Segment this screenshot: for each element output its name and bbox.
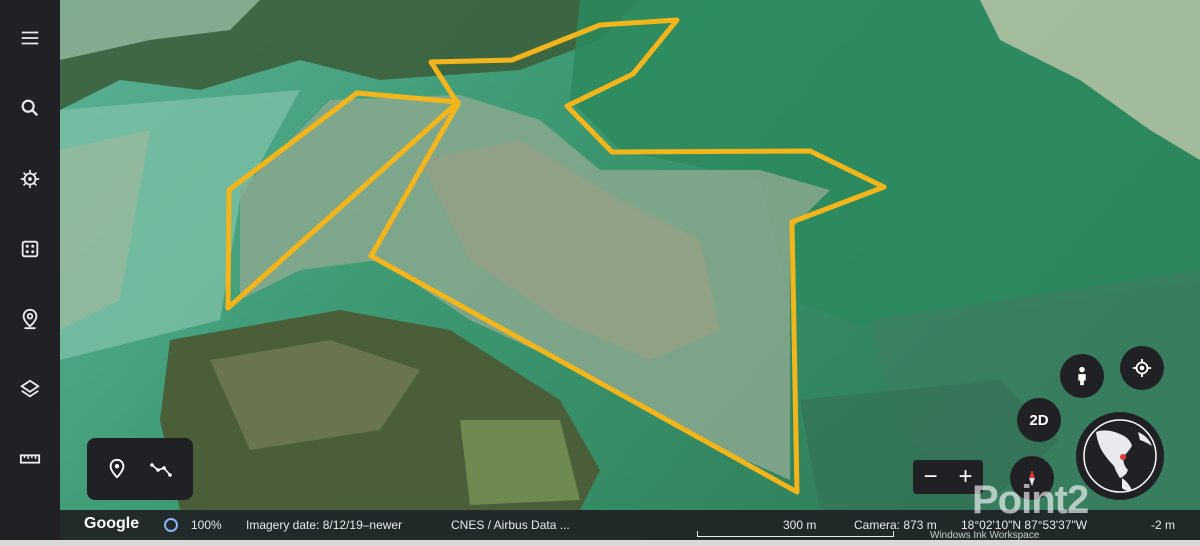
map-style-button[interactable] [10,369,50,409]
data-attribution[interactable]: CNES / Airbus Data ... [451,518,570,532]
add-placemark-button[interactable] [101,453,133,485]
mini-globe-icon [1083,419,1157,493]
placemark-icon [109,458,125,479]
street-view-button[interactable] [1060,354,1104,398]
voyager-wheel-icon [20,169,40,189]
point2-watermark: Point2 [972,478,1089,522]
view-mode-button[interactable]: 2D [1017,398,1061,442]
my-location-icon [1132,358,1152,378]
camera-altitude: Camera: 873 m [854,518,937,532]
menu-icon [21,31,39,45]
menu-button[interactable] [10,18,50,58]
bottom-strip [0,540,1200,546]
view-mode-label: 2D [1029,411,1049,429]
draw-path-icon [150,463,172,477]
search-button[interactable] [10,88,50,128]
scale-label: 300 m [783,518,817,532]
draw-tools-panel [87,438,193,500]
imagery-date: Imagery date: 8/12/19–newer [246,518,403,532]
projects-button[interactable] [10,299,50,339]
mini-globe-button[interactable] [1076,412,1164,500]
search-icon [21,99,39,117]
feeling-lucky-button[interactable] [10,229,50,269]
dice-icon [21,240,39,258]
measure-button[interactable] [10,439,50,479]
google-logo: Google [84,515,140,532]
zoom-out-button[interactable]: − [913,460,948,494]
zoom-percent: 100% [191,518,222,532]
draw-line-button[interactable] [145,453,177,485]
projects-pin-icon [22,308,38,330]
loading-indicator [164,518,178,532]
sidebar [0,0,60,546]
pegman-icon [1078,366,1086,386]
ground-elevation: -2 m [1151,518,1175,532]
layers-icon [20,379,40,398]
voyager-button[interactable] [10,159,50,199]
my-location-button[interactable] [1120,346,1164,390]
ruler-icon [19,454,41,464]
